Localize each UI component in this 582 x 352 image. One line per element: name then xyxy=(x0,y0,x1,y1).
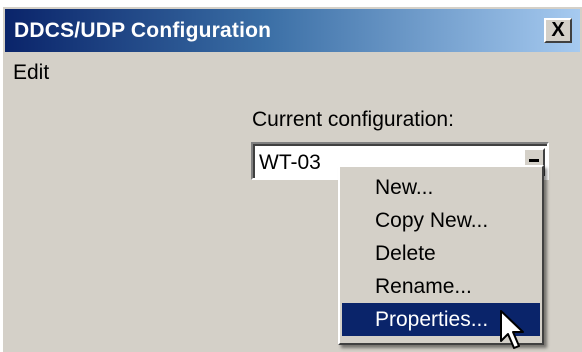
close-icon: X xyxy=(551,19,565,41)
mouse-cursor-icon xyxy=(500,310,524,349)
dropdown-icon xyxy=(529,159,539,162)
menu-item-rename[interactable]: Rename... xyxy=(342,270,540,303)
menu-edit[interactable]: Edit xyxy=(13,61,49,85)
menu-bar: Edit xyxy=(5,55,580,89)
window-title: DDCS/UDP Configuration xyxy=(14,19,272,42)
menu-item-copy-new[interactable]: Copy New... xyxy=(342,204,540,237)
title-bar: DDCS/UDP Configuration X xyxy=(5,9,580,52)
configuration-value: WT-03 xyxy=(259,151,321,174)
menu-item-delete[interactable]: Delete xyxy=(342,237,540,270)
menu-item-new[interactable]: New... xyxy=(342,171,540,204)
close-button[interactable]: X xyxy=(544,18,572,43)
current-configuration-label: Current configuration: xyxy=(252,108,454,131)
